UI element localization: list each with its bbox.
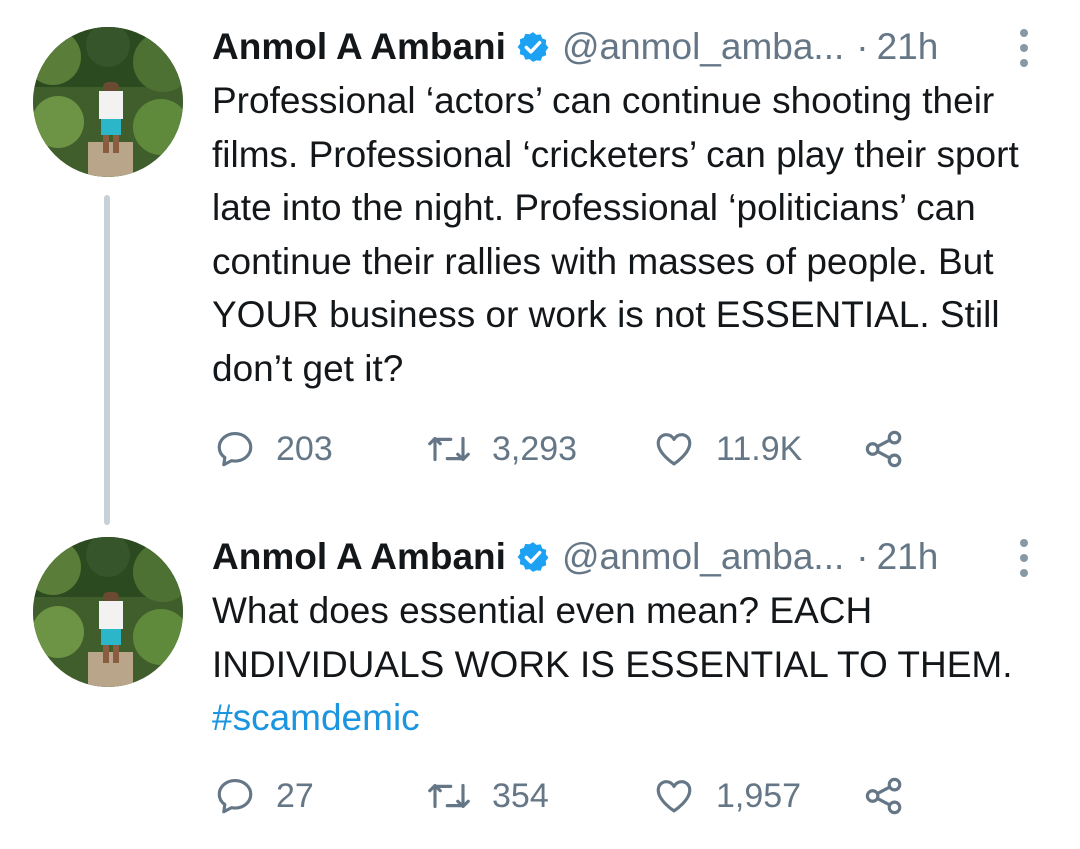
tweet-text-content: Professional ‘actors’ can continue shoot… (212, 80, 1019, 389)
avatar[interactable] (33, 537, 183, 687)
reply-count: 27 (276, 776, 314, 815)
tweet-text: Professional ‘actors’ can continue shoot… (212, 74, 1042, 395)
header-separator: · (856, 26, 869, 67)
like-count: 1,957 (716, 776, 802, 815)
reply-icon (217, 779, 253, 814)
tweet-header: Anmol A Ambani @anmol_amba... · 21h (212, 532, 938, 582)
hashtag-link[interactable]: #scamdemic (212, 691, 1042, 745)
thread-line (104, 195, 110, 525)
reply-icon (217, 432, 253, 467)
reply-count: 203 (276, 429, 333, 468)
header-separator: · (856, 536, 869, 577)
like-icon (656, 780, 692, 813)
tweet-header: Anmol A Ambani @anmol_amba... · 21h (212, 22, 938, 72)
retweet-count: 3,293 (492, 429, 578, 468)
reply-button[interactable]: 27 (214, 771, 314, 821)
like-button[interactable]: 1,957 (652, 771, 801, 821)
tweet-actions: 203 3,293 11.9K (214, 424, 934, 474)
tweet-time[interactable]: 21h (877, 22, 939, 72)
more-icon[interactable] (1018, 28, 1030, 68)
tweet-text-content: What does essential even mean? EACH INDI… (212, 590, 1013, 685)
tweet[interactable]: Anmol A Ambani @anmol_amba... · 21h What… (0, 530, 1080, 849)
avatar[interactable] (33, 27, 183, 177)
tweet-text: What does essential even mean? EACH INDI… (212, 584, 1042, 745)
like-icon (656, 433, 692, 466)
tweet-time[interactable]: 21h (877, 532, 939, 582)
share-icon (865, 777, 902, 815)
author-handle[interactable]: @anmol_amba... (562, 22, 844, 72)
retweet-icon (428, 436, 470, 462)
like-button[interactable]: 11.9K (652, 424, 802, 474)
author-name[interactable]: Anmol A Ambani (212, 22, 506, 72)
reply-button[interactable]: 203 (214, 424, 333, 474)
verified-badge-icon (517, 542, 549, 572)
retweet-count: 354 (492, 776, 549, 815)
verified-badge-icon (517, 32, 549, 62)
retweet-button[interactable]: 354 (426, 771, 549, 821)
more-icon[interactable] (1018, 538, 1030, 578)
share-button[interactable] (862, 771, 906, 821)
retweet-button[interactable]: 3,293 (426, 424, 577, 474)
tweet[interactable]: Anmol A Ambani @anmol_amba... · 21h Prof… (0, 0, 1080, 530)
author-handle[interactable]: @anmol_amba... (562, 532, 844, 582)
share-button[interactable] (862, 424, 906, 474)
share-icon (865, 430, 902, 468)
retweet-icon (428, 783, 470, 809)
tweet-actions: 27 354 1,957 (214, 771, 934, 821)
like-count: 11.9K (716, 429, 803, 468)
author-name[interactable]: Anmol A Ambani (212, 532, 506, 582)
